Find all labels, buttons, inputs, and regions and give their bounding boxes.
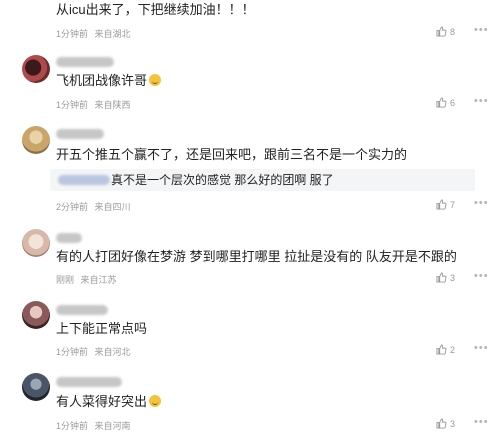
like-count: 7 <box>450 200 456 210</box>
like-button[interactable]: 3 <box>436 418 455 429</box>
like-count: 6 <box>450 98 456 108</box>
comment-text: 上下能正常点吗 <box>56 321 148 336</box>
comment-meta: 1分钟前 来自陕西 <box>56 98 131 111</box>
avatar[interactable] <box>22 126 50 154</box>
like-button[interactable]: 7 <box>436 199 455 210</box>
comment-location: 来自陕西 <box>94 100 131 110</box>
reply-text: 真不是一个层次的感觉 那么好的团啊 服了 <box>111 173 334 187</box>
comment-meta: 1分钟前 来自河北 <box>56 345 131 358</box>
username-blurred[interactable] <box>56 57 114 67</box>
comment-location: 来自四川 <box>94 202 131 212</box>
thumbs-up-icon <box>436 344 447 355</box>
comment-text: 开五个推五个赢不了，还是回来吧，跟前三名不是一个实力的 <box>56 147 408 162</box>
more-dots-icon[interactable]: ••• <box>474 342 489 354</box>
comment-location: 来自河北 <box>94 347 131 357</box>
comment-time: 1分钟前 <box>56 29 89 39</box>
thumbs-up-icon <box>436 199 447 210</box>
more-dots-icon[interactable]: ••• <box>474 24 489 36</box>
avatar[interactable] <box>22 55 50 83</box>
like-count: 2 <box>450 345 456 355</box>
more-dots-icon[interactable]: ••• <box>474 270 489 282</box>
like-count: 8 <box>450 27 456 37</box>
avatar[interactable] <box>22 373 50 401</box>
thumbs-up-icon <box>436 272 447 283</box>
comment-meta: 1分钟前 来自河南 <box>56 419 131 432</box>
comment-text: 从icu出来了，下把继续加油！！！ <box>56 2 255 17</box>
reply-preview[interactable]: 真不是一个层次的感觉 那么好的团啊 服了 <box>50 169 475 191</box>
username-blurred[interactable] <box>56 305 108 315</box>
thumbs-up-icon <box>436 26 447 37</box>
more-dots-icon[interactable]: ••• <box>474 197 489 209</box>
comment-meta: 1分钟前 来自湖北 <box>56 27 131 40</box>
like-count: 3 <box>450 419 456 429</box>
comment-location: 来自湖北 <box>94 29 131 39</box>
avatar[interactable] <box>22 229 50 257</box>
like-button[interactable]: 8 <box>436 26 455 37</box>
reply-username-blurred[interactable] <box>58 175 110 185</box>
like-count: 3 <box>450 273 456 283</box>
comment-text: 飞机团战像许哥 <box>56 73 162 89</box>
thumbs-up-icon <box>436 97 447 108</box>
comment-time: 刚刚 <box>56 275 75 285</box>
like-button[interactable]: 6 <box>436 97 455 108</box>
grin-emoji-icon <box>149 74 162 86</box>
comment-meta: 刚刚 来自江苏 <box>56 273 117 286</box>
username-blurred[interactable] <box>56 377 122 387</box>
comment-location: 来自江苏 <box>80 275 117 285</box>
comment-text: 有人菜得好突出 <box>56 394 162 410</box>
comment-text: 有的人打团好像在梦游 梦到哪里打哪里 拉扯是没有的 队友开是不跟的 <box>56 249 457 264</box>
more-dots-icon[interactable]: ••• <box>474 95 489 107</box>
like-button[interactable]: 3 <box>436 272 455 283</box>
username-blurred[interactable] <box>56 129 104 139</box>
thumbs-up-icon <box>436 418 447 429</box>
comment-time: 1分钟前 <box>56 347 89 357</box>
comment-time: 1分钟前 <box>56 100 89 110</box>
more-dots-icon[interactable]: ••• <box>474 416 489 428</box>
avatar[interactable] <box>22 301 50 329</box>
comment-time: 2分钟前 <box>56 202 89 212</box>
comment-meta: 2分钟前 来自四川 <box>56 200 131 213</box>
grin-emoji-icon <box>149 395 162 407</box>
comment-time: 1分钟前 <box>56 421 89 431</box>
username-blurred[interactable] <box>56 233 82 243</box>
like-button[interactable]: 2 <box>436 344 455 355</box>
comment-location: 来自河南 <box>94 421 131 431</box>
